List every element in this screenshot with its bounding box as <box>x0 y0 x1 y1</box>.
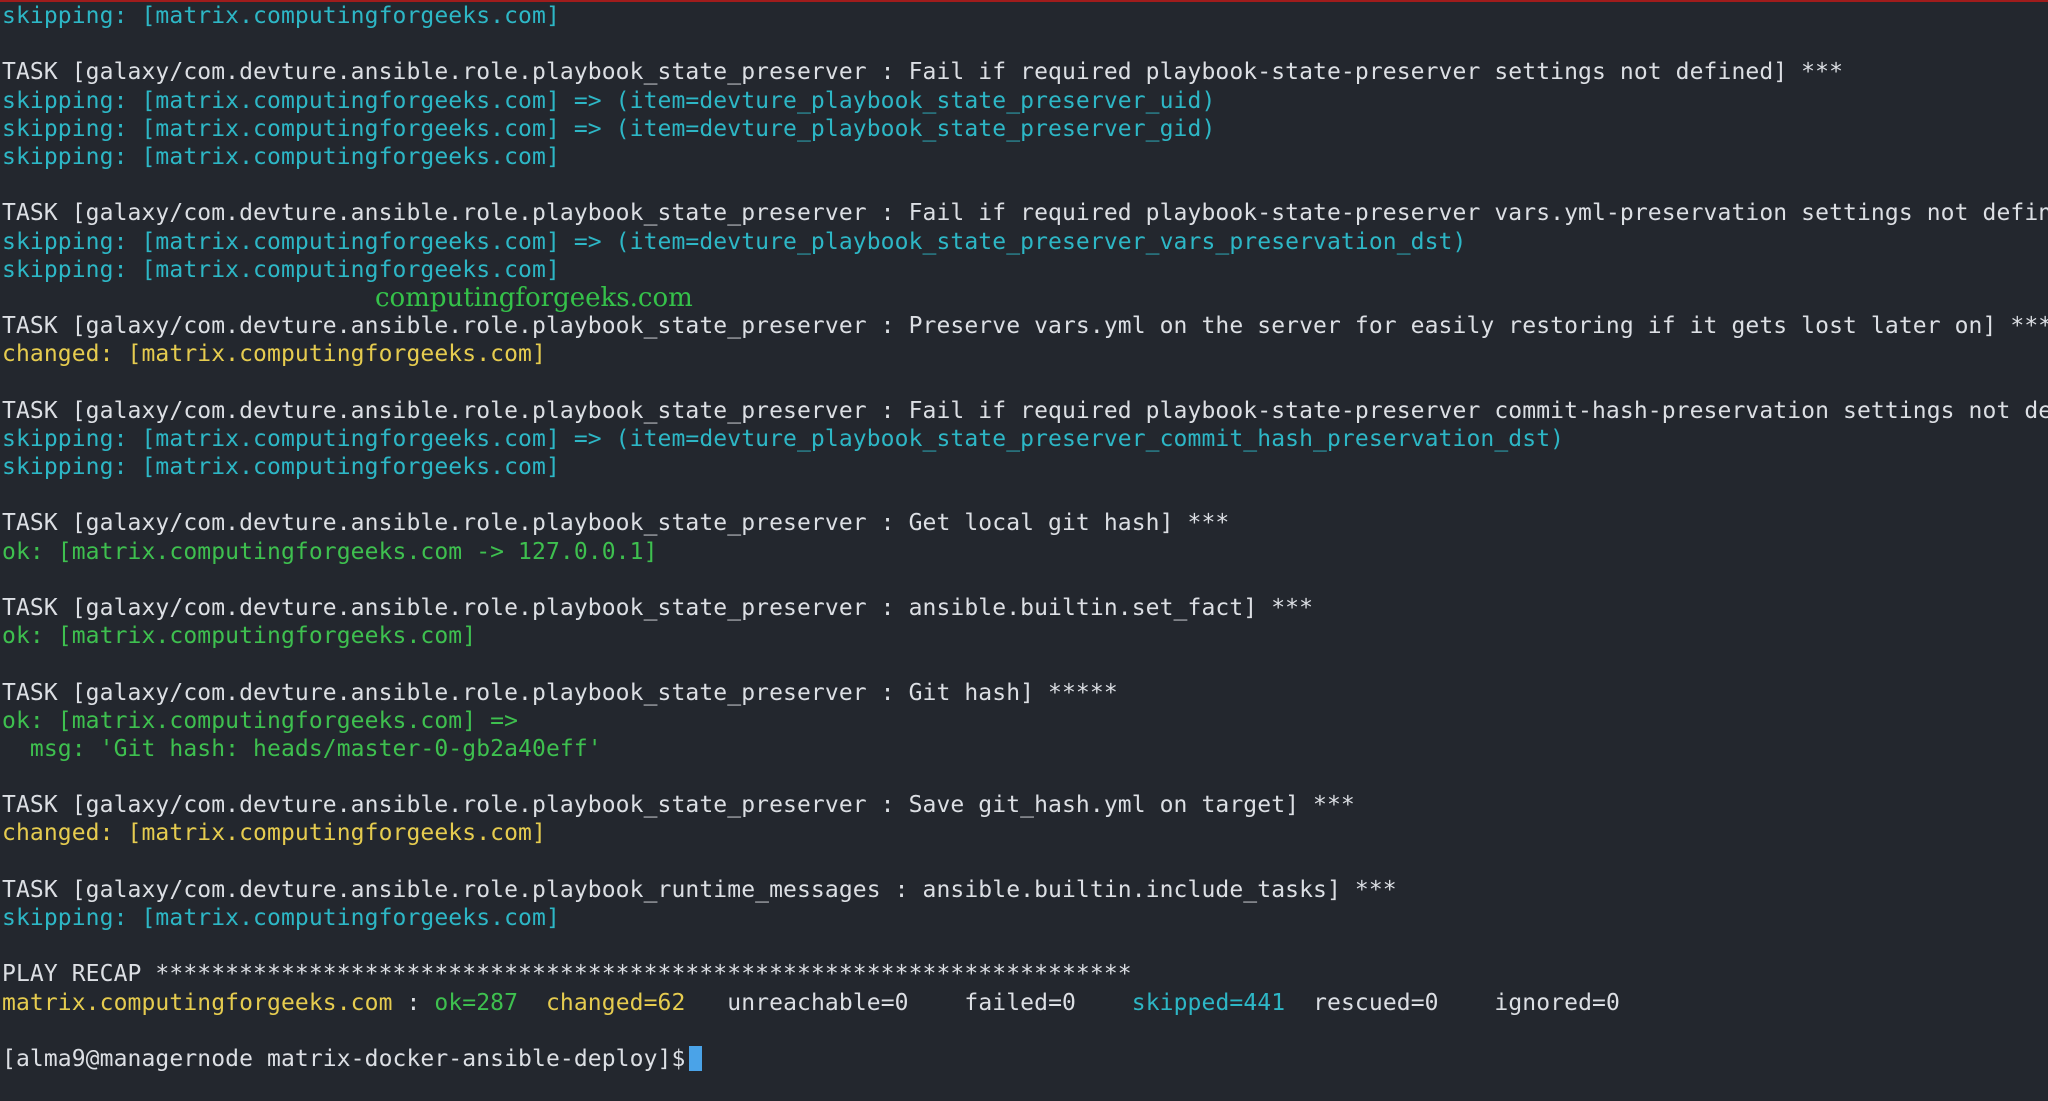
terminal-text-segment: skipping: [matrix.computingforgeeks.com]… <box>2 115 1216 142</box>
cursor-block[interactable] <box>689 1045 703 1071</box>
terminal-text-segment: changed: [matrix.computingforgeeks.com] <box>2 341 546 368</box>
terminal-text-segment: ok: [matrix.computingforgeeks.com] => <box>2 707 519 734</box>
terminal-text-segment: ok=287 <box>434 989 519 1016</box>
terminal-line: TASK [galaxy/com.devture.ansible.role.pl… <box>2 397 2048 425</box>
terminal-text-segment: unreachable=0 failed=0 <box>685 989 1132 1016</box>
terminal-text-segment: msg: 'Git hash: heads/master-0-gb2a40eff… <box>2 735 602 762</box>
terminal-text-segment: skipped=441 <box>1131 989 1286 1016</box>
terminal-line: msg: 'Git hash: heads/master-0-gb2a40eff… <box>2 735 2048 763</box>
terminal-text-segment: skipping: [matrix.computingforgeeks.com]… <box>2 425 1565 452</box>
terminal-text-segment: : <box>392 989 435 1016</box>
terminal-line: ok: [matrix.computingforgeeks.com] <box>2 622 2048 650</box>
terminal-text-segment: skipping: [matrix.computingforgeeks.com]… <box>2 228 1467 255</box>
terminal-text-segment: skipping: [matrix.computingforgeeks.com] <box>2 143 560 170</box>
terminal-text-segment: ok: [matrix.computingforgeeks.com] <box>2 623 477 650</box>
terminal-line: skipping: [matrix.computingforgeeks.com] <box>2 143 2048 171</box>
terminal-text-segment: matrix.computingforgeeks.com <box>2 989 393 1016</box>
terminal-text-segment: changed: [matrix.computingforgeeks.com] <box>2 820 546 847</box>
terminal-text-segment: TASK [galaxy/com.devture.ansible.role.pl… <box>2 200 2048 227</box>
terminal-text-segment: TASK [galaxy/com.devture.ansible.role.pl… <box>2 59 1844 86</box>
terminal-line: PLAY RECAP *****************************… <box>2 960 2048 988</box>
terminal-text-segment: PLAY RECAP *****************************… <box>2 961 1132 988</box>
terminal-line: TASK [galaxy/com.devture.ansible.role.pl… <box>2 199 2048 227</box>
terminal-line: TASK [galaxy/com.devture.ansible.role.pl… <box>2 594 2048 622</box>
terminal-text-segment: skipping: [matrix.computingforgeeks.com] <box>2 905 560 931</box>
terminal-line: ok: [matrix.computingforgeeks.com -> 127… <box>2 538 2048 566</box>
terminal-text-segment: skipping: [matrix.computingforgeeks.com] <box>2 454 560 480</box>
terminal-text-segment: skipping: [matrix.computingforgeeks.com] <box>2 256 560 283</box>
terminal-line: skipping: [matrix.computingforgeeks.com]… <box>2 228 2048 256</box>
terminal-text-segment: skipping: [matrix.computingforgeeks.com] <box>2 3 560 29</box>
terminal-line: changed: [matrix.computingforgeeks.com] <box>2 819 2048 847</box>
terminal-text-segment: ok: [matrix.computingforgeeks.com -> 127… <box>2 538 658 565</box>
terminal-text-segment: TASK [galaxy/com.devture.ansible.role.pl… <box>2 876 1397 903</box>
terminal-text-segment: changed=62 <box>545 989 686 1016</box>
terminal-text-segment: TASK [galaxy/com.devture.ansible.role.pl… <box>2 510 1230 537</box>
terminal-line: skipping: [matrix.computingforgeeks.com] <box>2 453 2048 481</box>
terminal-line: TASK [galaxy/com.devture.ansible.role.pl… <box>2 312 2048 340</box>
terminal-line: [alma9@managernode matrix-docker-ansible… <box>2 1045 2048 1073</box>
terminal-text-segment: TASK [galaxy/com.devture.ansible.role.pl… <box>2 594 1314 621</box>
terminal-line: TASK [galaxy/com.devture.ansible.role.pl… <box>2 679 2048 707</box>
terminal-text-segment: rescued=0 ignored=0 <box>1285 989 1620 1016</box>
terminal-line: skipping: [matrix.computingforgeeks.com] <box>2 904 2048 932</box>
terminal-text-segment: TASK [galaxy/com.devture.ansible.role.pl… <box>2 397 2048 424</box>
terminal-line: skipping: [matrix.computingforgeeks.com] <box>2 256 2048 284</box>
terminal-line: TASK [galaxy/com.devture.ansible.role.pl… <box>2 509 2048 537</box>
terminal-text-segment: [alma9@managernode matrix-docker-ansible… <box>2 1045 686 1072</box>
terminal-output: skipping: [matrix.computingforgeeks.com]… <box>2 2 2048 1073</box>
watermark-text: computingforgeeks.com <box>375 283 693 313</box>
terminal-line: TASK [galaxy/com.devture.ansible.role.pl… <box>2 58 2048 86</box>
terminal-line: changed: [matrix.computingforgeeks.com] <box>2 340 2048 368</box>
terminal-text-segment: TASK [galaxy/com.devture.ansible.role.pl… <box>2 679 1118 706</box>
terminal-line: matrix.computingforgeeks.com : ok=287 ch… <box>2 989 2048 1017</box>
terminal-window[interactable]: skipping: [matrix.computingforgeeks.com]… <box>0 0 2048 1101</box>
terminal-line: ok: [matrix.computingforgeeks.com] => <box>2 707 2048 735</box>
terminal-line: skipping: [matrix.computingforgeeks.com]… <box>2 87 2048 115</box>
terminal-line: TASK [galaxy/com.devture.ansible.role.pl… <box>2 876 2048 904</box>
terminal-text-segment: skipping: [matrix.computingforgeeks.com]… <box>2 87 1216 114</box>
terminal-line: skipping: [matrix.computingforgeeks.com]… <box>2 425 2048 453</box>
terminal-text-segment: TASK [galaxy/com.devture.ansible.role.pl… <box>2 792 1355 819</box>
terminal-line: skipping: [matrix.computingforgeeks.com] <box>2 2 2048 30</box>
terminal-line: skipping: [matrix.computingforgeeks.com]… <box>2 115 2048 143</box>
terminal-text-segment: TASK [galaxy/com.devture.ansible.role.pl… <box>2 313 2048 340</box>
terminal-line: TASK [galaxy/com.devture.ansible.role.pl… <box>2 791 2048 819</box>
